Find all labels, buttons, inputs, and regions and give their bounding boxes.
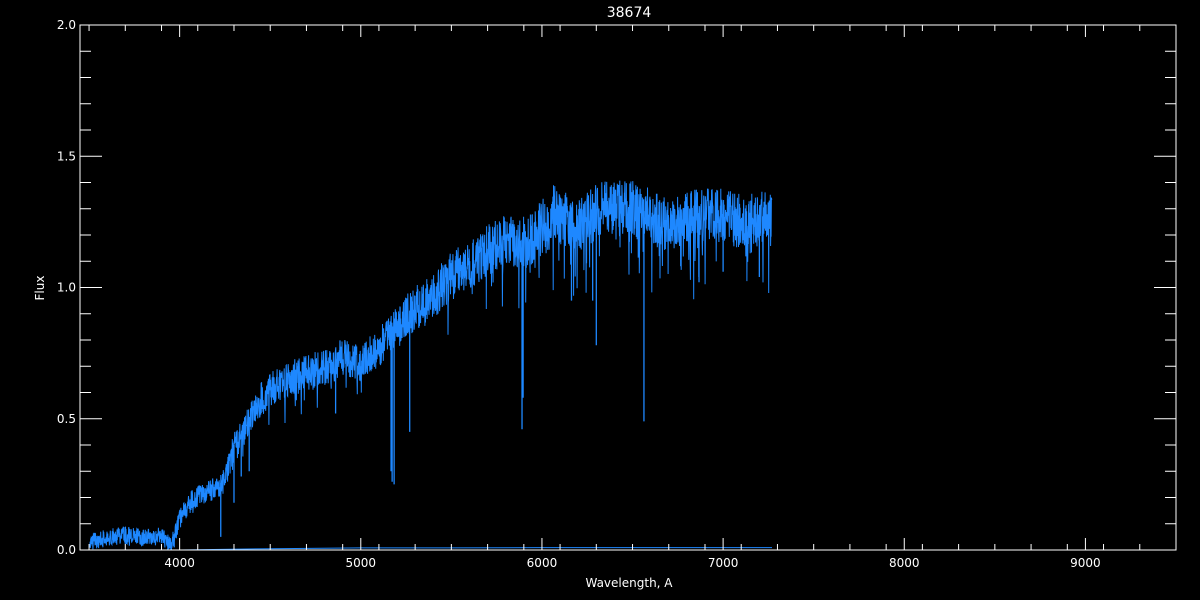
x-tick-label: 8000 xyxy=(889,556,920,570)
x-tick-label: 9000 xyxy=(1070,556,1101,570)
y-tick-label: 2.0 xyxy=(57,18,76,32)
x-tick-label: 5000 xyxy=(346,556,377,570)
y-axis-label: Flux xyxy=(33,276,47,301)
y-tick-label: 0.5 xyxy=(57,412,76,426)
spectrum-chart: 38674 Wavelength, A Flux 4000 5000 6000 700… xyxy=(0,0,1200,600)
y-tick-label: 1.5 xyxy=(57,149,76,163)
chart-title: 38674 xyxy=(607,5,652,21)
x-tick-label: 4000 xyxy=(164,556,195,570)
y-tick-label: 0.0 xyxy=(57,543,76,557)
y-tick-label: 1.0 xyxy=(57,281,76,295)
x-axis-label: Wavelength, A xyxy=(585,576,673,590)
x-tick-label: 6000 xyxy=(527,556,558,570)
x-tick-label: 7000 xyxy=(708,556,739,570)
